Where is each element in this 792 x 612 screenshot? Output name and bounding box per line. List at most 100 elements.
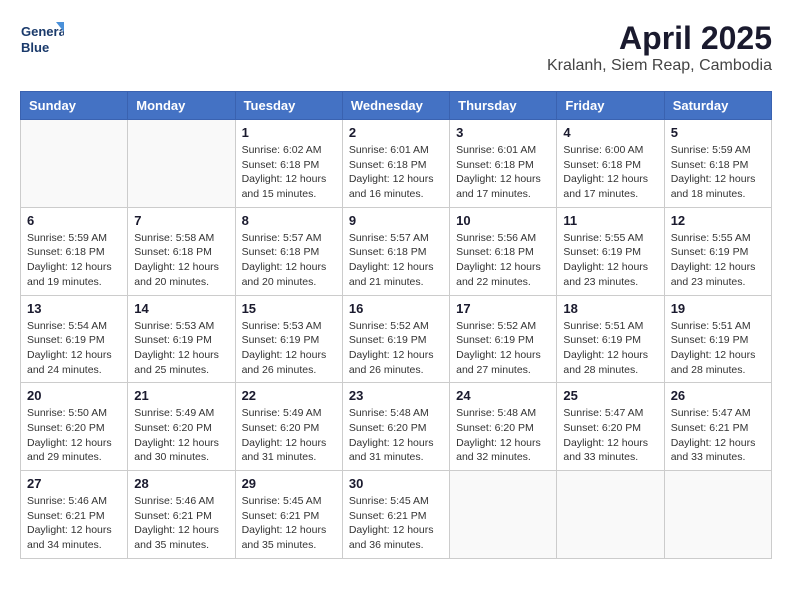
day-info: Sunrise: 5:53 AMSunset: 6:19 PMDaylight:…	[242, 319, 336, 378]
calendar-header-row: SundayMondayTuesdayWednesdayThursdayFrid…	[21, 92, 772, 120]
day-number: 24	[456, 388, 550, 403]
col-header-tuesday: Tuesday	[235, 92, 342, 120]
calendar-cell	[128, 120, 235, 208]
day-info: Sunrise: 5:52 AMSunset: 6:19 PMDaylight:…	[349, 319, 443, 378]
day-info: Sunrise: 5:59 AMSunset: 6:18 PMDaylight:…	[671, 143, 765, 202]
calendar-cell: 3Sunrise: 6:01 AMSunset: 6:18 PMDaylight…	[450, 120, 557, 208]
week-row-1: 1 Sunrise: 6:02 AMSunset: 6:18 PMDaylight…	[21, 120, 772, 208]
logo: General Blue	[20, 20, 64, 60]
col-header-monday: Monday	[128, 92, 235, 120]
calendar-cell	[557, 471, 664, 559]
day-info: Sunrise: 6:01 AMSunset: 6:18 PMDaylight:…	[456, 143, 550, 202]
calendar-cell: 8 Sunrise: 5:57 AMSunset: 6:18 PMDaylight…	[235, 207, 342, 295]
day-number: 18	[563, 301, 657, 316]
day-number: 4	[563, 125, 657, 140]
day-number: 14	[134, 301, 228, 316]
calendar-cell: 12Sunrise: 5:55 AMSunset: 6:19 PMDayligh…	[664, 207, 771, 295]
week-row-4: 20 Sunrise: 5:50 AMSunset: 6:20 PMDayligh…	[21, 383, 772, 471]
day-info: Sunrise: 5:50 AMSunset: 6:20 PMDaylight:…	[27, 406, 121, 465]
day-number: 17	[456, 301, 550, 316]
svg-text:General: General	[21, 24, 64, 39]
calendar-cell: 4 Sunrise: 6:00 AMSunset: 6:18 PMDaylight…	[557, 120, 664, 208]
day-info: Sunrise: 5:45 AMSunset: 6:21 PMDaylight:…	[349, 494, 443, 553]
svg-text:Blue: Blue	[21, 40, 49, 55]
calendar-cell: 1 Sunrise: 6:02 AMSunset: 6:18 PMDaylight…	[235, 120, 342, 208]
col-header-wednesday: Wednesday	[342, 92, 449, 120]
day-info: Sunrise: 5:59 AMSunset: 6:18 PMDaylight:…	[27, 231, 121, 290]
week-row-5: 27 Sunrise: 5:46 AMSunset: 6:21 PMDayligh…	[21, 471, 772, 559]
day-number: 21	[134, 388, 228, 403]
calendar-cell: 26Sunrise: 5:47 AMSunset: 6:21 PMDayligh…	[664, 383, 771, 471]
calendar-cell: 15 Sunrise: 5:53 AMSunset: 6:19 PMDayligh…	[235, 295, 342, 383]
col-header-sunday: Sunday	[21, 92, 128, 120]
col-header-saturday: Saturday	[664, 92, 771, 120]
day-number: 1	[242, 125, 336, 140]
day-number: 22	[242, 388, 336, 403]
logo-svg: General Blue	[20, 20, 64, 60]
day-number: 26	[671, 388, 765, 403]
calendar-cell: 5Sunrise: 5:59 AMSunset: 6:18 PMDaylight…	[664, 120, 771, 208]
calendar-cell: 18 Sunrise: 5:51 AMSunset: 6:19 PMDayligh…	[557, 295, 664, 383]
day-number: 9	[349, 213, 443, 228]
day-info: Sunrise: 5:54 AMSunset: 6:19 PMDaylight:…	[27, 319, 121, 378]
day-info: Sunrise: 5:58 AMSunset: 6:18 PMDaylight:…	[134, 231, 228, 290]
calendar-cell: 23 Sunrise: 5:48 AMSunset: 6:20 PMDayligh…	[342, 383, 449, 471]
calendar-cell: 25Sunrise: 5:47 AMSunset: 6:20 PMDayligh…	[557, 383, 664, 471]
calendar-cell: 11Sunrise: 5:55 AMSunset: 6:19 PMDayligh…	[557, 207, 664, 295]
day-number: 13	[27, 301, 121, 316]
calendar-cell: 14 Sunrise: 5:53 AMSunset: 6:19 PMDayligh…	[128, 295, 235, 383]
day-number: 19	[671, 301, 765, 316]
calendar-cell: 13 Sunrise: 5:54 AMSunset: 6:19 PMDayligh…	[21, 295, 128, 383]
day-info: Sunrise: 6:02 AMSunset: 6:18 PMDaylight:…	[242, 143, 336, 202]
day-info: Sunrise: 5:51 AMSunset: 6:19 PMDaylight:…	[563, 319, 657, 378]
calendar-cell: 20 Sunrise: 5:50 AMSunset: 6:20 PMDayligh…	[21, 383, 128, 471]
day-number: 15	[242, 301, 336, 316]
day-info: Sunrise: 5:45 AMSunset: 6:21 PMDaylight:…	[242, 494, 336, 553]
day-info: Sunrise: 5:53 AMSunset: 6:19 PMDaylight:…	[134, 319, 228, 378]
day-number: 16	[349, 301, 443, 316]
day-number: 6	[27, 213, 121, 228]
day-info: Sunrise: 5:57 AMSunset: 6:18 PMDaylight:…	[242, 231, 336, 290]
header: General Blue April 2025 Kralanh, Siem Re…	[20, 20, 772, 75]
day-number: 29	[242, 476, 336, 491]
calendar-cell: 21 Sunrise: 5:49 AMSunset: 6:20 PMDayligh…	[128, 383, 235, 471]
calendar-table: SundayMondayTuesdayWednesdayThursdayFrid…	[20, 91, 772, 559]
day-info: Sunrise: 5:49 AMSunset: 6:20 PMDaylight:…	[134, 406, 228, 465]
day-info: Sunrise: 5:48 AMSunset: 6:20 PMDaylight:…	[456, 406, 550, 465]
day-info: Sunrise: 5:48 AMSunset: 6:20 PMDaylight:…	[349, 406, 443, 465]
day-number: 11	[563, 213, 657, 228]
day-number: 23	[349, 388, 443, 403]
col-header-friday: Friday	[557, 92, 664, 120]
calendar-cell: 19 Sunrise: 5:51 AMSunset: 6:19 PMDayligh…	[664, 295, 771, 383]
week-row-2: 6 Sunrise: 5:59 AMSunset: 6:18 PMDaylight…	[21, 207, 772, 295]
day-number: 25	[563, 388, 657, 403]
day-info: Sunrise: 5:46 AMSunset: 6:21 PMDaylight:…	[134, 494, 228, 553]
calendar-cell: 24 Sunrise: 5:48 AMSunset: 6:20 PMDayligh…	[450, 383, 557, 471]
calendar-cell: 28 Sunrise: 5:46 AMSunset: 6:21 PMDayligh…	[128, 471, 235, 559]
day-info: Sunrise: 5:57 AMSunset: 6:18 PMDaylight:…	[349, 231, 443, 290]
calendar-cell	[664, 471, 771, 559]
day-number: 30	[349, 476, 443, 491]
subtitle: Kralanh, Siem Reap, Cambodia	[547, 57, 772, 75]
day-info: Sunrise: 6:01 AMSunset: 6:18 PMDaylight:…	[349, 143, 443, 202]
week-row-3: 13 Sunrise: 5:54 AMSunset: 6:19 PMDayligh…	[21, 295, 772, 383]
calendar-cell	[21, 120, 128, 208]
day-number: 8	[242, 213, 336, 228]
day-number: 27	[27, 476, 121, 491]
day-info: Sunrise: 5:51 AMSunset: 6:19 PMDaylight:…	[671, 319, 765, 378]
day-info: Sunrise: 5:52 AMSunset: 6:19 PMDaylight:…	[456, 319, 550, 378]
calendar-cell	[450, 471, 557, 559]
title-area: April 2025 Kralanh, Siem Reap, Cambodia	[547, 20, 772, 75]
day-number: 12	[671, 213, 765, 228]
day-info: Sunrise: 6:00 AMSunset: 6:18 PMDaylight:…	[563, 143, 657, 202]
main-title: April 2025	[547, 20, 772, 57]
day-info: Sunrise: 5:49 AMSunset: 6:20 PMDaylight:…	[242, 406, 336, 465]
calendar-cell: 16 Sunrise: 5:52 AMSunset: 6:19 PMDayligh…	[342, 295, 449, 383]
day-number: 20	[27, 388, 121, 403]
day-number: 28	[134, 476, 228, 491]
day-number: 10	[456, 213, 550, 228]
col-header-thursday: Thursday	[450, 92, 557, 120]
calendar-cell: 2Sunrise: 6:01 AMSunset: 6:18 PMDaylight…	[342, 120, 449, 208]
calendar-cell: 10Sunrise: 5:56 AMSunset: 6:18 PMDayligh…	[450, 207, 557, 295]
calendar-cell: 7Sunrise: 5:58 AMSunset: 6:18 PMDaylight…	[128, 207, 235, 295]
